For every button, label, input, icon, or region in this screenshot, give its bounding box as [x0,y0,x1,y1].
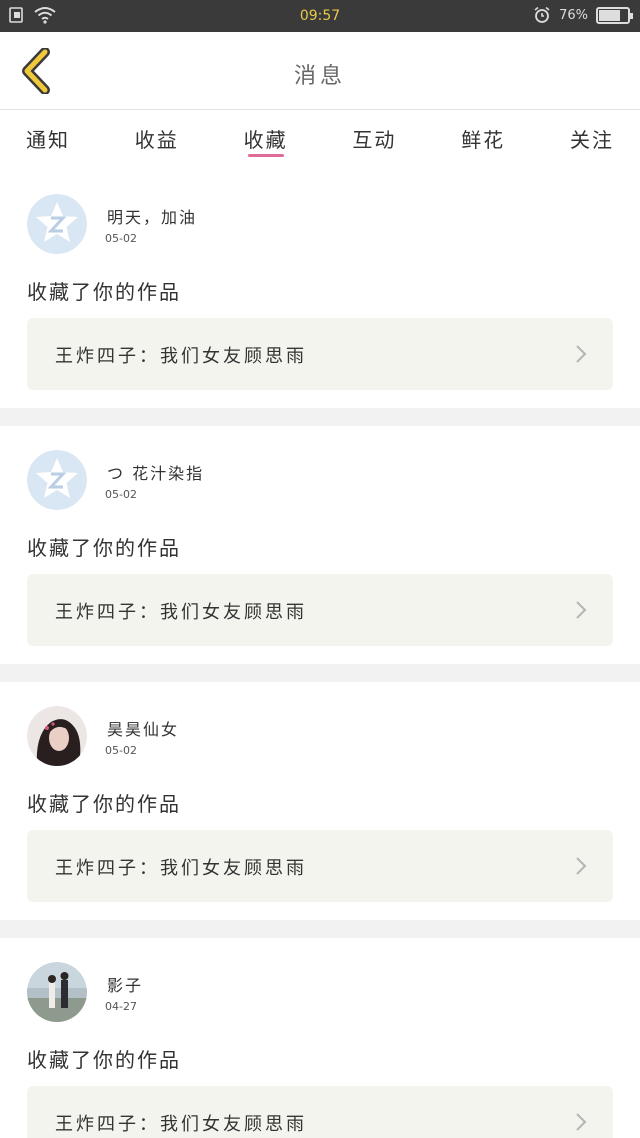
photo-avatar-icon [27,962,87,1022]
work-link[interactable]: 王炸四子：我们女友顾思雨 [27,1086,613,1138]
work-link[interactable]: 王炸四子：我们女友顾思雨 [27,318,613,390]
work-title: 王炸四子：我们女友顾思雨 [55,346,307,367]
default-avatar-icon [27,194,87,254]
user-name[interactable]: 明天，加油 [107,204,197,228]
user-name[interactable]: つ 花汁染指 [107,460,204,484]
battery-percent: 76% [559,7,588,23]
work-title: 王炸四子：我们女友顾思雨 [55,1114,307,1135]
work-link[interactable]: 王炸四子：我们女友顾思雨 [27,574,613,646]
action-text: 收藏了你的作品 [27,792,181,816]
tab-favorites[interactable]: 收藏 [244,110,288,170]
list-item: 昊昊仙女 05-02 收藏了你的作品 王炸四子：我们女友顾思雨 [0,682,640,920]
tab-earnings[interactable]: 收益 [135,110,179,170]
page-title: 消息 [293,64,346,89]
work-title: 王炸四子：我们女友顾思雨 [55,602,307,623]
tab-flowers[interactable]: 鲜花 [461,110,505,170]
alarm-icon [534,6,550,23]
tab-follow[interactable]: 关注 [570,110,614,170]
action-text: 收藏了你的作品 [27,536,181,560]
work-title: 王炸四子：我们女友顾思雨 [55,858,307,879]
timestamp: 04-27 [105,1000,137,1013]
chevron-right-icon [576,1113,587,1131]
chevron-right-icon [576,857,587,875]
chevron-right-icon [576,345,587,363]
avatar[interactable] [27,194,87,254]
timestamp: 05-02 [105,744,137,757]
user-name[interactable]: 昊昊仙女 [107,716,179,740]
action-text: 收藏了你的作品 [27,1048,181,1072]
avatar[interactable] [27,706,87,766]
timestamp: 05-02 [105,488,137,501]
battery-icon [596,6,633,24]
tab-notification[interactable]: 通知 [26,110,70,170]
avatar[interactable] [27,962,87,1022]
default-avatar-icon [27,450,87,510]
message-list: 明天，加油 05-02 收藏了你的作品 王炸四子：我们女友顾思雨 つ 花汁染指 … [0,170,640,1138]
chevron-right-icon [576,601,587,619]
list-item: 明天，加油 05-02 收藏了你的作品 王炸四子：我们女友顾思雨 [0,170,640,408]
status-bar: 09:57 76% [0,0,640,32]
tab-interaction[interactable]: 互动 [352,110,396,170]
user-name[interactable]: 影子 [107,972,143,996]
header-bar: 消息 [0,32,640,110]
photo-avatar-icon [27,706,87,766]
list-item: 影子 04-27 收藏了你的作品 王炸四子：我们女友顾思雨 [0,938,640,1138]
action-text: 收藏了你的作品 [27,280,181,304]
list-item: つ 花汁染指 05-02 收藏了你的作品 王炸四子：我们女友顾思雨 [0,426,640,664]
tab-bar: 通知 收益 收藏 互动 鲜花 关注 [0,110,640,170]
timestamp: 05-02 [105,232,137,245]
work-link[interactable]: 王炸四子：我们女友顾思雨 [27,830,613,902]
avatar[interactable] [27,450,87,510]
